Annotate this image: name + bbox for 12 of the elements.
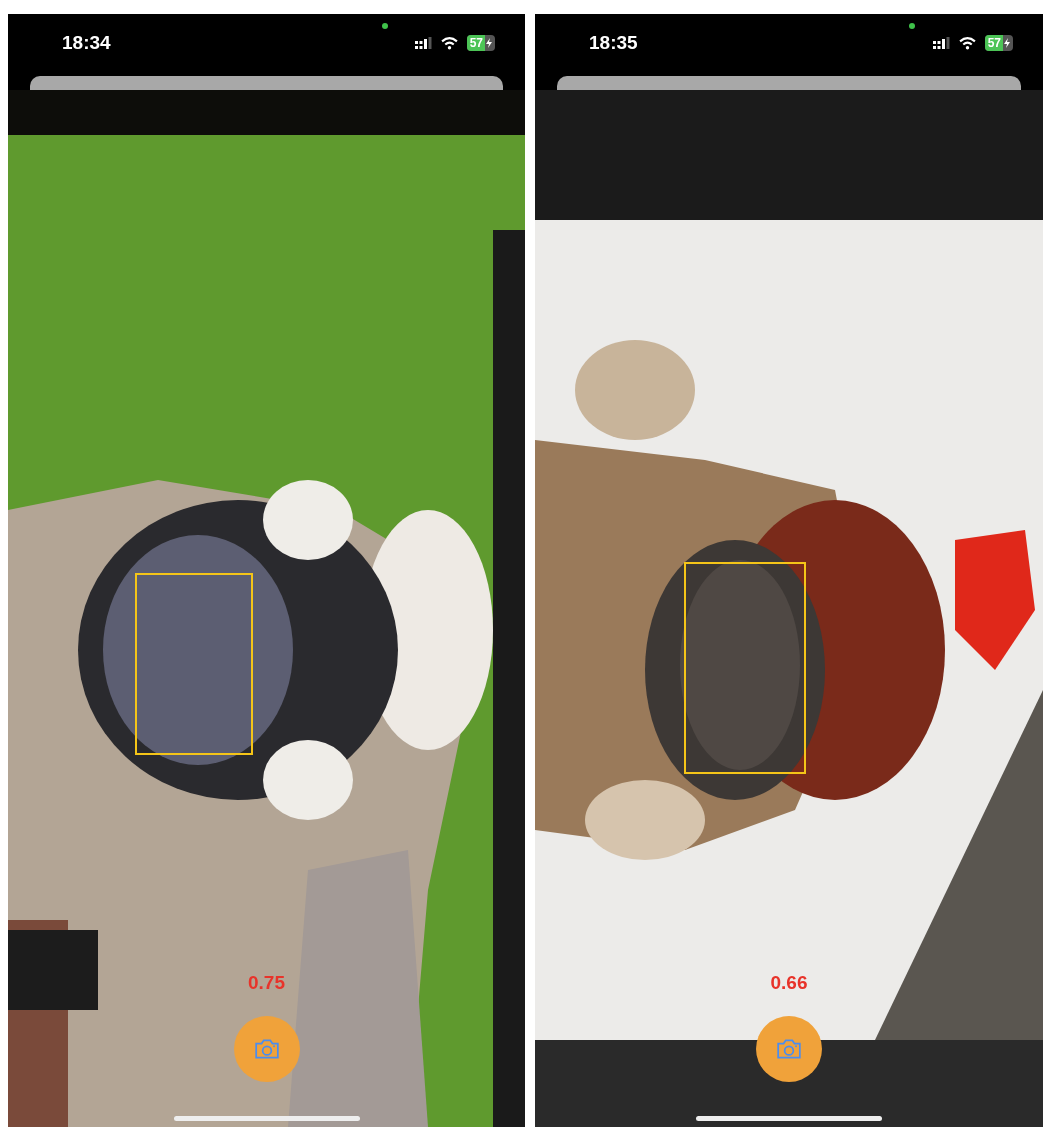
signal-icon [932, 37, 950, 49]
confidence-score: 0.75 [248, 972, 285, 994]
clock-time: 18:34 [62, 32, 111, 54]
camera-icon [253, 1038, 280, 1060]
camera-icon [776, 1038, 802, 1060]
clock-time: 18:35 [589, 32, 638, 54]
wifi-icon [440, 36, 458, 50]
battery-indicator: 57 [466, 35, 495, 51]
wifi-icon [958, 36, 976, 50]
confidence-score: 0.66 [770, 972, 808, 994]
signal-icon [414, 37, 432, 49]
battery-indicator: 57 [984, 35, 1013, 51]
